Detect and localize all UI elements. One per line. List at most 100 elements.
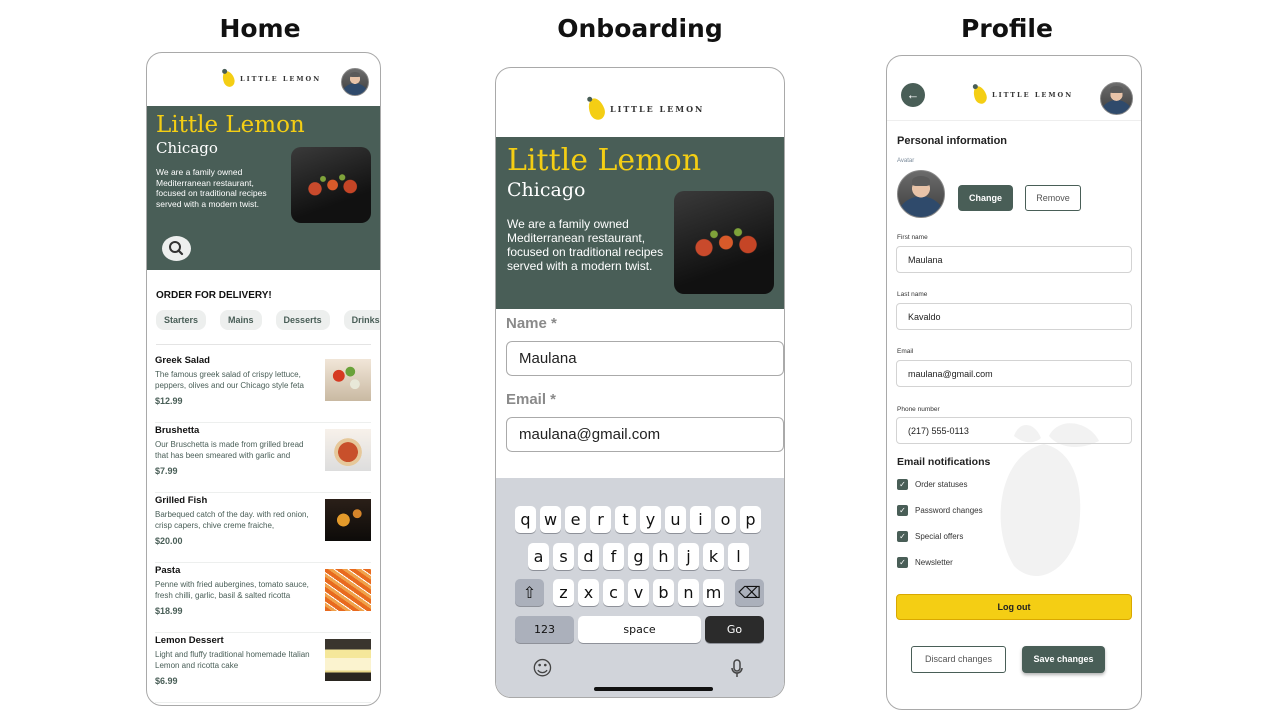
category-desserts[interactable]: Desserts [275,310,330,330]
lemon-logo-icon [971,84,989,106]
numbers-key[interactable]: 123 [515,616,574,643]
mic-icon[interactable] [730,659,744,679]
order-statuses-label: Order statuses [915,480,968,489]
key-k[interactable]: k [703,543,724,570]
search-button[interactable] [162,236,191,261]
profile-header-avatar[interactable] [1100,82,1133,115]
avatar-label: Avatar [897,158,915,164]
email-input[interactable]: maulana@gmail.com [896,360,1132,387]
key-f[interactable]: f [603,543,624,570]
name-label: Name * [506,315,557,332]
logo-text: LITTLE LEMON [992,91,1074,99]
key-v[interactable]: v [628,579,649,606]
key-b[interactable]: b [653,579,674,606]
home-logo: LITTLE LEMON [220,69,321,89]
key-g[interactable]: g [628,543,649,570]
key-r[interactable]: r [590,506,611,533]
lemon-dessert-image [325,639,371,681]
key-a[interactable]: a [528,543,549,570]
home-phone: LITTLE LEMON Little Lemon Chicago We are… [146,52,381,706]
key-z[interactable]: z [553,579,574,606]
hero-city: Chicago [156,139,218,157]
key-d[interactable]: d [578,543,599,570]
backspace-key[interactable]: ⌫ [735,579,764,606]
profile-phone: ← LITTLE LEMON Personal information Avat… [886,55,1142,710]
key-n[interactable]: n [678,579,699,606]
last-name-input[interactable]: Kavaldo [896,303,1132,330]
key-y[interactable]: y [640,506,661,533]
menu-item-pasta[interactable]: Pasta Penne with fried aubergines, tomat… [155,563,371,633]
newsletter-checkbox[interactable]: ✓ [897,557,908,568]
menu-item-lemon-dessert[interactable]: Lemon Dessert Light and fluffy tradition… [155,633,371,703]
hero-title: Little Lemon [156,112,305,138]
logout-button[interactable]: Log out [896,594,1132,620]
key-u[interactable]: u [665,506,686,533]
menu-item-name: Brushetta [155,425,200,436]
last-name-label: Last name [897,291,928,298]
go-key[interactable]: Go [705,616,764,643]
key-m[interactable]: m [703,579,724,606]
key-p[interactable]: p [740,506,761,533]
key-h[interactable]: h [653,543,674,570]
space-key[interactable]: space [578,616,701,643]
menu-item-grilled-fish[interactable]: Grilled Fish Barbequed catch of the day.… [155,493,371,563]
divider [156,344,371,345]
discard-changes-button[interactable]: Discard changes [911,646,1006,673]
menu-item-description: Barbequed catch of the day. with red oni… [155,510,309,530]
category-starters[interactable]: Starters [156,310,207,330]
save-changes-button[interactable]: Save changes [1022,646,1105,673]
menu-item-description: Light and fluffy traditional homemade It… [155,650,310,670]
menu-item-brushetta[interactable]: Brushetta Our Bruschetta is made from gr… [155,423,371,493]
key-i[interactable]: i [690,506,711,533]
emoji-icon[interactable]: ☺ [532,656,553,680]
menu-item-description: Our Bruschetta is made from grilled brea… [155,440,304,460]
key-l[interactable]: l [728,543,749,570]
onboarding-logo: LITTLE LEMON [585,96,704,122]
back-button[interactable]: ← [901,83,925,107]
menu-item-greek-salad[interactable]: Greek Salad The famous greek salad of cr… [155,353,371,423]
menu-item-description: Penne with fried aubergines, tomato sauc… [155,580,309,600]
menu-item-description: The famous greek salad of crispy lettuce… [155,370,304,390]
key-w[interactable]: w [540,506,561,533]
key-j[interactable]: j [678,543,699,570]
key-o[interactable]: o [715,506,736,533]
menu-item-price: $20.00 [155,536,183,546]
password-changes-checkbox[interactable]: ✓ [897,505,908,516]
lemon-logo-icon [220,69,237,89]
key-t[interactable]: t [615,506,636,533]
category-drinks[interactable]: Drinks [343,310,380,330]
remove-avatar-button[interactable]: Remove [1025,185,1081,211]
onscreen-keyboard: q w e r t y u i o p a s d f g h j k l ⇧ … [496,478,784,697]
menu-item-price: $7.99 [155,466,178,476]
hero-title: Little Lemon [507,143,702,178]
key-c[interactable]: c [603,579,624,606]
newsletter-label: Newsletter [915,558,953,567]
email-notifications-title: Email notifications [897,456,991,468]
onboarding-hero: Little Lemon Chicago We are a family own… [496,137,784,309]
key-q[interactable]: q [515,506,536,533]
order-statuses-checkbox[interactable]: ✓ [897,479,908,490]
change-avatar-button[interactable]: Change [958,185,1013,211]
delivery-heading: ORDER FOR DELIVERY! [156,290,272,301]
category-mains[interactable]: Mains [220,310,262,330]
phone-input[interactable]: (217) 555-0113 [896,417,1132,444]
key-s[interactable]: s [553,543,574,570]
home-hero: Little Lemon Chicago We are a family own… [147,106,380,270]
key-e[interactable]: e [565,506,586,533]
email-input[interactable]: maulana@gmail.com [506,417,784,452]
menu-item-name: Lemon Dessert [155,635,224,646]
shift-key[interactable]: ⇧ [515,579,544,606]
special-offers-checkbox[interactable]: ✓ [897,531,908,542]
name-input[interactable]: Maulana [506,341,784,376]
home-avatar[interactable] [341,68,369,96]
personal-info-title: Personal information [897,135,1008,147]
hero-food-image [674,191,774,294]
menu-item-price: $12.99 [155,396,183,406]
first-name-input[interactable]: Maulana [896,246,1132,273]
category-bar: Starters Mains Desserts Drinks [156,310,380,330]
email-label: Email [897,348,914,355]
hero-city: Chicago [507,179,586,201]
key-x[interactable]: x [578,579,599,606]
password-changes-label: Password changes [915,506,983,515]
search-icon [169,241,184,256]
